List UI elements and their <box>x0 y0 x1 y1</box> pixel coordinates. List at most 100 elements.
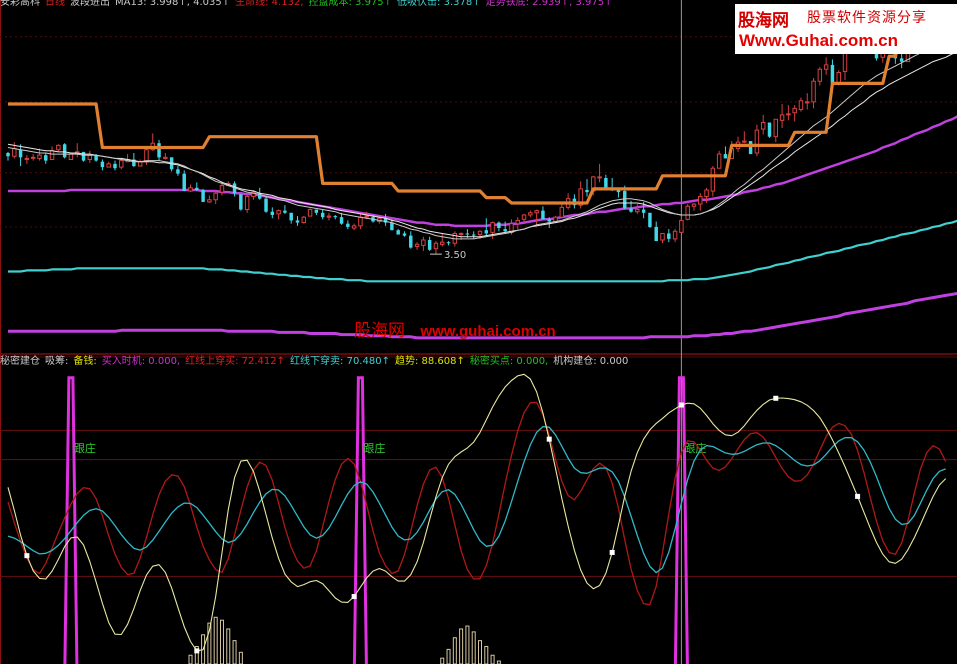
price-panel-legend: 安彩高科 日线 波段进出 MA13: 3.998↑, 4.035↑ 生命线: 4.132… <box>0 0 618 10</box>
candle-body <box>534 210 539 214</box>
candle-body <box>12 148 17 157</box>
signal-spike-1 <box>352 376 368 664</box>
candle-body <box>748 141 753 155</box>
price-legend-item-7: 走势铁底: 2.939↑, 3.975↑ <box>485 0 613 8</box>
candle-body <box>351 225 357 229</box>
candle-body <box>44 155 48 161</box>
candle-body <box>672 230 678 240</box>
candle-body <box>289 212 293 221</box>
candle-body <box>182 173 186 192</box>
volume-bar <box>232 640 237 664</box>
candle-body <box>18 149 23 158</box>
candle-body <box>458 232 464 235</box>
candle-body <box>49 150 55 161</box>
volume-bar <box>452 637 457 664</box>
trend-marker-6 <box>773 395 779 401</box>
candle-body <box>521 214 527 220</box>
candle-body <box>326 215 332 218</box>
trend-line <box>7 373 947 652</box>
candle-body <box>654 226 658 242</box>
candle-body <box>503 229 507 232</box>
candle-body <box>314 209 319 213</box>
indicator-legend-item-6: 趋势: 88.608↑ <box>394 356 465 367</box>
low-price-label-0: 3.50 <box>444 250 466 261</box>
candle-body <box>157 143 161 158</box>
candle-body <box>660 232 665 241</box>
stock-chart-window: 3.50跟庄跟庄跟庄跟庄跟庄 安彩高科日线波段进出MA13: 3.998↑, 4… <box>0 0 957 664</box>
candle-body <box>6 152 10 157</box>
candle-body <box>528 212 533 216</box>
price-legend-item-6: 低吸伏击: 3.378↑ <box>397 0 481 8</box>
candle-body <box>446 242 451 244</box>
ma13-line <box>7 39 957 240</box>
candle-body <box>81 151 86 161</box>
trend-marker-5 <box>678 402 684 408</box>
candle-body <box>414 243 420 248</box>
candle-body <box>390 222 394 231</box>
candle-body <box>823 64 829 70</box>
trend-marker-4 <box>609 549 615 555</box>
candle-body <box>805 101 810 104</box>
candle-body <box>100 161 105 168</box>
candle-body <box>176 169 180 174</box>
candle-body <box>113 163 117 169</box>
stamp-url: Www.Guhai.com.cn <box>739 31 898 50</box>
candle-body <box>541 210 545 220</box>
candle-body <box>87 154 93 161</box>
candle-body <box>270 211 275 215</box>
volume-bar <box>446 648 451 664</box>
candle-body <box>597 176 602 179</box>
candle-body <box>24 157 30 160</box>
volume-bar <box>238 651 243 664</box>
indicator-legend-item-1: 吸筹: <box>45 356 69 367</box>
candle-body <box>830 64 835 84</box>
candle-body <box>137 161 143 167</box>
signal-spike-0 <box>63 376 79 664</box>
candle-body <box>716 153 722 169</box>
candle-body <box>421 239 426 246</box>
candle-body <box>547 219 551 222</box>
candle-body <box>792 107 797 114</box>
low-absorb-line <box>8 219 957 283</box>
price-legend-item-4: 生命线: 4.132, <box>235 0 304 8</box>
candle-body <box>641 209 646 213</box>
candle-body <box>779 114 785 121</box>
candle-body <box>358 216 363 227</box>
candle-body <box>698 195 703 205</box>
candle-body <box>402 233 407 236</box>
red-line <box>7 401 947 606</box>
price-legend-item-1: 日线 <box>45 0 65 8</box>
price-legend-item-2: 波段进出 <box>70 0 110 8</box>
candle-body <box>710 167 716 192</box>
candle-body <box>433 242 439 250</box>
candle-body <box>767 122 772 137</box>
candle-body <box>899 58 904 62</box>
candle-body <box>667 233 671 239</box>
candle-body <box>497 222 501 229</box>
trend-marker-2 <box>351 594 357 600</box>
candle-body <box>465 233 470 235</box>
candle-body <box>219 185 225 193</box>
candle-body <box>68 153 74 161</box>
candle-body <box>195 187 199 190</box>
candle-body <box>213 192 218 201</box>
candle-body <box>760 122 766 130</box>
candle-body <box>811 80 816 103</box>
candle-body <box>585 189 589 193</box>
volume-bar <box>188 654 193 664</box>
candle-body <box>723 154 728 159</box>
candle-body <box>56 144 61 151</box>
volume-bar <box>490 654 495 664</box>
candle-body <box>648 212 652 227</box>
site-stamp: 股海网 股票软件资源分享 Www.Guhai.com.cn <box>735 4 957 54</box>
candle-body <box>94 155 98 161</box>
signal-label-1: 跟庄 <box>363 441 385 455</box>
trend-marker-1 <box>194 648 200 654</box>
candle-body <box>477 230 483 236</box>
candle-body <box>320 212 325 218</box>
candle-body <box>239 194 243 210</box>
candle-body <box>301 216 307 224</box>
blue-line <box>7 425 946 574</box>
stamp-tagline: 股票软件资源分享 <box>807 10 927 26</box>
candle-body <box>307 209 313 217</box>
